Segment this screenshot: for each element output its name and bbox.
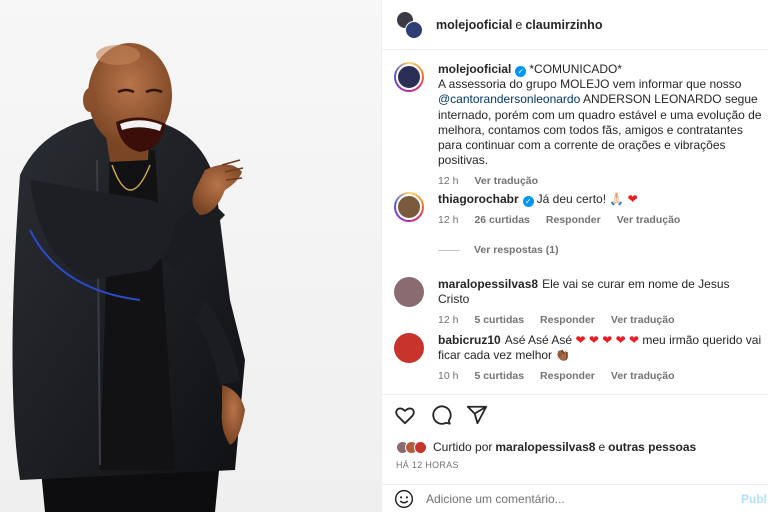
- comment-likes[interactable]: 5 curtidas: [474, 369, 524, 384]
- person-photo-illustration: [12, 43, 245, 512]
- comment-text: Já deu certo! 🙏🏻: [536, 192, 628, 206]
- post-actions: [382, 394, 768, 434]
- post-authors: molejooficial e claumirzinho: [436, 18, 602, 32]
- comments-panel: molejooficial e claumirzinho molejooficial…: [381, 0, 768, 512]
- add-comment-bar: Publ: [382, 484, 768, 512]
- share-icon[interactable]: [466, 404, 488, 426]
- liked-by-user[interactable]: maralopessilvas8: [495, 440, 595, 454]
- liked-by-others[interactable]: outras pessoas: [608, 440, 696, 454]
- comment-likes[interactable]: 26 curtidas: [474, 213, 529, 228]
- avatar[interactable]: [394, 192, 424, 222]
- translate-link[interactable]: Ver tradução: [611, 313, 675, 328]
- avatar[interactable]: [394, 277, 424, 307]
- caption-line1: *COMUNICADO*: [529, 62, 623, 76]
- verified-badge-icon: ✓: [522, 196, 534, 207]
- reply-button[interactable]: Responder: [540, 369, 595, 384]
- comment-time: 12 h: [438, 314, 459, 327]
- view-replies-label: Ver respostas (1): [474, 244, 559, 256]
- comment-time: 10 h: [438, 370, 459, 383]
- comment-time: 12 h: [438, 214, 459, 227]
- divider: [438, 249, 460, 251]
- heart-icon[interactable]: [394, 404, 416, 426]
- avatar: [405, 20, 423, 39]
- caption-time: 12 h: [438, 175, 459, 188]
- post-photo: [0, 0, 381, 512]
- post-comment-button[interactable]: Publ: [741, 492, 767, 506]
- post-timestamp: HÁ 12 HORAS: [396, 460, 459, 470]
- caption-text-a: A assessoria do grupo MOLEJO vem informa…: [438, 77, 742, 92]
- reply-button[interactable]: Responder: [546, 213, 601, 228]
- comment-item: thiagorochabr ✓ Já deu certo! 🙏🏻 ❤ 12 h 26…: [392, 192, 764, 228]
- comment-icon[interactable]: [430, 404, 452, 426]
- comment-item: maralopessilvas8 Ele vai se curar em nome…: [392, 277, 764, 329]
- comment-username[interactable]: babicruz10: [438, 333, 501, 347]
- verified-badge-icon: ✓: [515, 66, 527, 77]
- reply-button[interactable]: Responder: [540, 313, 595, 328]
- authors-separator: e: [515, 17, 523, 32]
- collab-avatars[interactable]: [396, 10, 424, 39]
- caption-mention[interactable]: @cantorandersonleonardo: [438, 92, 580, 106]
- comment-username[interactable]: maralopessilvas8: [438, 277, 538, 291]
- avatar[interactable]: [394, 333, 424, 363]
- liked-by-avatars: [396, 440, 427, 454]
- heart-emoji: ❤: [627, 192, 638, 206]
- liked-by-conj: e: [598, 440, 606, 454]
- post-caption: molejooficial ✓ *COMUNICADO* A assessoria …: [392, 62, 764, 190]
- liked-by-prefix: Curtido por: [433, 440, 493, 454]
- heart-emojis: ❤ ❤ ❤ ❤ ❤: [575, 333, 640, 347]
- translate-link[interactable]: Ver tradução: [617, 213, 681, 228]
- translate-link[interactable]: Ver tradução: [611, 369, 675, 384]
- post-header: molejooficial e claumirzinho: [382, 0, 768, 50]
- avatar[interactable]: [394, 62, 424, 92]
- comment-likes[interactable]: 5 curtidas: [474, 313, 524, 328]
- translate-link[interactable]: Ver tradução: [474, 174, 538, 189]
- comment-input[interactable]: [426, 491, 726, 506]
- comment-username[interactable]: thiagorochabr: [438, 192, 519, 206]
- emoji-icon[interactable]: [394, 489, 414, 509]
- liked-by[interactable]: Curtido por maralopessilvas8 e outras pe…: [396, 440, 699, 454]
- comment-item: babicruz10 Asé Asé Asé ❤ ❤ ❤ ❤ ❤ meu irmã…: [392, 333, 764, 385]
- view-replies-button[interactable]: Ver respostas (1): [438, 244, 559, 256]
- comment-text: Asé Asé Asé: [504, 333, 573, 347]
- caption-username[interactable]: molejooficial: [438, 62, 511, 76]
- author-link[interactable]: molejooficial: [436, 18, 512, 32]
- author-link[interactable]: claumirzinho: [525, 18, 602, 32]
